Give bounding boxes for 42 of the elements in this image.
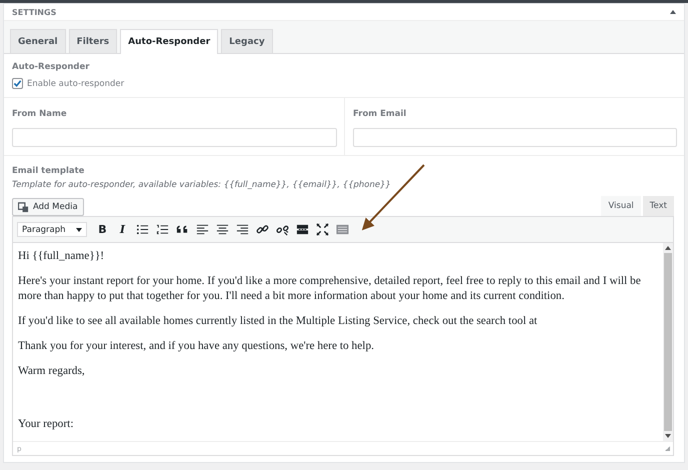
section-heading: Auto-Responder	[12, 62, 90, 72]
field-label: Email template	[12, 166, 86, 176]
scrollbar[interactable]	[663, 243, 673, 441]
link-icon[interactable]	[256, 223, 269, 236]
panel-title: SETTINGS	[12, 8, 56, 16]
checkbox-label: Enable auto-responder	[27, 78, 124, 88]
bullet-list-icon[interactable]	[136, 223, 149, 236]
collapse-icon[interactable]	[670, 10, 676, 14]
tab[interactable]: Filters	[68, 29, 118, 53]
field-description: Template for auto-responder, available variables: {{full_name}}, {{email}}, {{phone}}	[12, 180, 392, 190]
paragraph: Hi {{full_name}}!	[18, 249, 106, 264]
editor-tab[interactable]: Visual	[601, 196, 641, 216]
input-field[interactable]	[12, 128, 337, 147]
field-label: From Name	[12, 109, 68, 119]
paragraph: Your report:	[18, 417, 74, 432]
caret-icon	[76, 228, 82, 232]
unlink-icon[interactable]	[276, 223, 289, 236]
quote-icon[interactable]	[176, 223, 189, 236]
paragraph: Thank you for your interest, and if you have any questions, we're here to help.	[18, 339, 376, 354]
paragraph: If you'd like to see all available homes currently listed in the Multiple Listing Service, check out the search tool at	[18, 314, 538, 329]
add-media-button[interactable]: Add Media	[12, 198, 84, 216]
bold-button[interactable]: B	[96, 223, 109, 236]
input-field[interactable]	[353, 128, 677, 147]
read-more-icon[interactable]	[296, 223, 309, 236]
align-center-icon[interactable]	[216, 223, 229, 236]
align-left-icon[interactable]	[196, 223, 209, 236]
media-icon	[18, 202, 29, 212]
checkbox[interactable]	[12, 78, 23, 89]
editor-tab[interactable]: Text	[642, 196, 674, 216]
italic-button[interactable]: I	[116, 223, 129, 236]
align-right-icon[interactable]	[236, 223, 249, 236]
keyboard-icon[interactable]	[336, 223, 349, 236]
format-dropdown[interactable]: Paragraph	[17, 222, 87, 237]
paragraph: Here's your instant report for your home. If you'd like a more comprehensive, detailed report, feel free to reply to this email and I will be more than happy to put that together for you. I'll need a bit more information about your home and its current condition.	[18, 274, 642, 304]
tab[interactable]: Auto-Responder	[120, 29, 218, 54]
paragraph: Warm regards,	[18, 364, 86, 379]
fullscreen-icon[interactable]	[316, 223, 329, 236]
numbered-list-icon[interactable]	[156, 223, 169, 236]
field-label: From Email	[353, 109, 408, 119]
tab[interactable]: General	[10, 29, 66, 53]
resize-handle-icon[interactable]	[665, 446, 670, 451]
tab[interactable]: Legacy	[221, 29, 273, 53]
